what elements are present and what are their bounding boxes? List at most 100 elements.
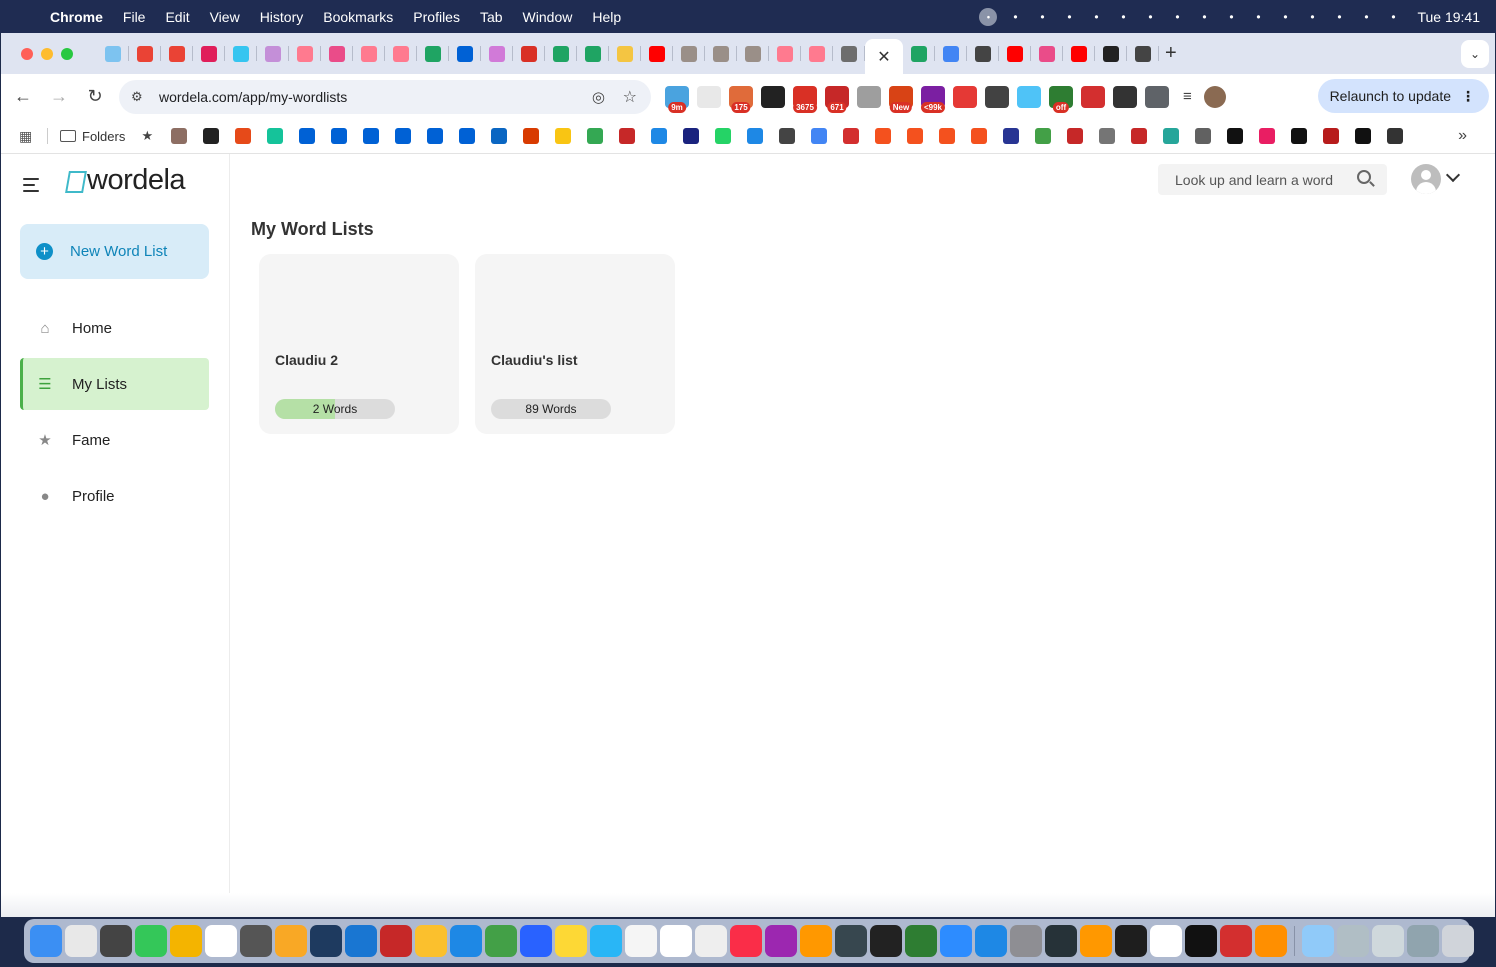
- figma-icon[interactable]: [1115, 925, 1147, 957]
- bookmark-last-icon[interactable]: [1387, 128, 1404, 144]
- battery-icon[interactable]: •: [1276, 9, 1294, 25]
- bookmark-box-3-icon[interactable]: [363, 128, 380, 144]
- upwork-icon[interactable]: [1185, 925, 1217, 957]
- word-list-card[interactable]: Claudiu 2 2 Words: [259, 254, 459, 434]
- figma-icon[interactable]: •: [1006, 9, 1024, 25]
- tab-favicon-youtube-2[interactable]: [353, 33, 385, 74]
- ext-off-icon[interactable]: off: [1049, 85, 1073, 113]
- time-machine-icon[interactable]: •: [1141, 9, 1159, 25]
- chevron-down-icon[interactable]: [1445, 167, 1461, 183]
- word-search-input[interactable]: Look up and learn a word: [1158, 164, 1387, 195]
- close-window-button[interactable]: [21, 47, 33, 60]
- ext-headphones-icon[interactable]: 671: [825, 85, 849, 113]
- vlc-icon[interactable]: [1255, 925, 1287, 957]
- chrome-icon[interactable]: [1150, 925, 1182, 957]
- notes-icon[interactable]: [555, 925, 587, 957]
- ext-ux-icon[interactable]: [1113, 85, 1137, 108]
- bookmark-maps-icon[interactable]: [587, 128, 604, 144]
- tab-favicon-docs[interactable]: [935, 33, 967, 74]
- bookmark-w-icon[interactable]: [1323, 128, 1340, 144]
- tab-favicon-youtube-7[interactable]: [999, 33, 1031, 74]
- notion-icon[interactable]: [205, 925, 237, 957]
- ext-deals-icon[interactable]: <99k: [920, 85, 946, 113]
- bookmark-radial-icon[interactable]: [1099, 128, 1116, 144]
- zoom-window-button[interactable]: [61, 47, 73, 60]
- chatgpt-icon[interactable]: [870, 925, 902, 957]
- app-store-icon[interactable]: [450, 925, 482, 957]
- tab-favicon-app[interactable]: [97, 33, 129, 74]
- site-info-icon[interactable]: ⚙: [131, 89, 149, 105]
- bookmark-medium-2-icon[interactable]: [1355, 128, 1372, 144]
- bookmark-grammarly-icon[interactable]: [267, 128, 284, 144]
- photos-icon[interactable]: [275, 925, 307, 957]
- app-ninja-icon[interactable]: [170, 925, 202, 957]
- preview-icon[interactable]: [1337, 925, 1369, 957]
- tab-favicon-pen[interactable]: [833, 33, 865, 74]
- tab-favicon-slack-2[interactable]: [225, 33, 257, 74]
- tab-favicon-youtube-3[interactable]: [385, 33, 417, 74]
- tab-favicon-image-3[interactable]: [737, 33, 769, 74]
- resolve-icon[interactable]: [835, 925, 867, 957]
- tab-favicon-upwork[interactable]: [1095, 33, 1127, 74]
- bookmark-yellow-icon[interactable]: [555, 128, 572, 144]
- bookmark-box-icon[interactable]: [299, 128, 316, 144]
- tab-favicon-youtube-4[interactable]: [641, 33, 673, 74]
- tab-favicon-openai-2[interactable]: [1127, 33, 1159, 74]
- upwork-icon[interactable]: •: [979, 7, 998, 26]
- bookmark-tree-icon[interactable]: [1067, 128, 1084, 144]
- stickies-icon[interactable]: [415, 925, 447, 957]
- user-avatar[interactable]: [1411, 164, 1441, 194]
- bookmark-linkedin-icon[interactable]: [491, 128, 508, 144]
- app-chart-icon[interactable]: [590, 925, 622, 957]
- activity-monitor-icon[interactable]: [1045, 925, 1077, 957]
- tab-favicon-drive-4[interactable]: [903, 33, 935, 74]
- finder-icon[interactable]: [30, 925, 62, 957]
- media-controls-icon[interactable]: ≡: [1183, 88, 1192, 105]
- tab-favicon-openai[interactable]: [967, 33, 999, 74]
- forward-button[interactable]: →: [41, 86, 77, 107]
- bookmark-slash-icon[interactable]: [1003, 128, 1020, 144]
- shield-icon[interactable]: •: [1087, 9, 1105, 25]
- pages-icon[interactable]: [1080, 925, 1112, 957]
- relaunch-button[interactable]: Relaunch to update ⋮: [1317, 79, 1489, 113]
- bookmark-3-icon[interactable]: [235, 128, 252, 144]
- back-button[interactable]: ←: [5, 86, 41, 107]
- bookmark-openai-icon[interactable]: [779, 128, 796, 144]
- bookmark-2-icon[interactable]: [203, 128, 220, 144]
- ext-hash-icon[interactable]: [1017, 85, 1041, 108]
- bookmark-a-4-icon[interactable]: [971, 128, 988, 144]
- bookmark-8-icon[interactable]: [843, 128, 860, 144]
- numbers-icon[interactable]: [905, 925, 937, 957]
- tab-favicon-youtube-6[interactable]: [801, 33, 833, 74]
- ext-puzzle-icon[interactable]: [1145, 85, 1169, 108]
- acrobat-icon[interactable]: [1220, 925, 1252, 957]
- url-text[interactable]: wordela.com/app/my-wordlists: [159, 89, 347, 105]
- tab-favicon-drive-3[interactable]: [577, 33, 609, 74]
- lotus-icon[interactable]: [240, 925, 272, 957]
- ext-new-icon[interactable]: New: [889, 85, 913, 113]
- bookmark-d-icon[interactable]: [1227, 128, 1244, 144]
- tab-favicon-drive[interactable]: [417, 33, 449, 74]
- user-icon[interactable]: •: [1168, 9, 1186, 25]
- tab-favicon-dribbble[interactable]: [321, 33, 353, 74]
- settings-icon[interactable]: [1010, 925, 1042, 957]
- ext-record-icon[interactable]: [697, 85, 721, 108]
- lotus-icon[interactable]: •: [1060, 9, 1078, 25]
- bookmark-lines-icon[interactable]: [651, 128, 668, 144]
- tab-favicon-app-2[interactable]: [257, 33, 289, 74]
- tab-favicon-sparkle[interactable]: [609, 33, 641, 74]
- tab-favicon-youtube-8[interactable]: [1063, 33, 1095, 74]
- bookmark-1-icon[interactable]: [171, 128, 188, 144]
- search-icon[interactable]: •: [1330, 9, 1348, 25]
- menu-history[interactable]: History: [260, 9, 304, 25]
- menu-profiles[interactable]: Profiles: [413, 9, 460, 25]
- zoom-icon[interactable]: [940, 925, 972, 957]
- ext-opera-icon[interactable]: [953, 85, 977, 108]
- tab-favicon-target[interactable]: [513, 33, 545, 74]
- control-center-icon[interactable]: •: [1357, 9, 1375, 25]
- sidebar-item-fame[interactable]: ★ Fame: [20, 414, 209, 466]
- screen-icon[interactable]: [1407, 925, 1439, 957]
- menu-tab[interactable]: Tab: [480, 9, 503, 25]
- close-tab-icon[interactable]: ✕: [877, 47, 890, 67]
- bookmark-a-icon[interactable]: [875, 128, 892, 144]
